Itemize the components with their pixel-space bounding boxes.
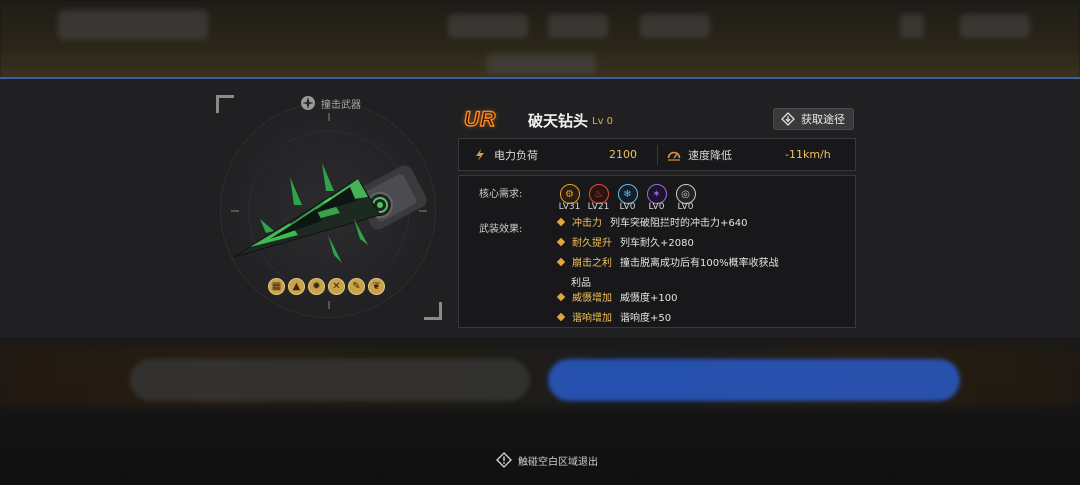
crossed-tools-mod-icon: ✕: [328, 278, 345, 295]
core-requirement-item: ♨ LV21: [586, 184, 611, 212]
gear-mod-icon: ✹: [308, 278, 325, 295]
stats-bar: 电力负荷 2100 速度降低 -11km/h: [458, 138, 856, 171]
drill-weapon-image: [233, 163, 427, 263]
background-top-bar: [0, 0, 1080, 78]
mod-icons-row: ▦ ▲ ✹ ✕ ✎ ❦: [268, 278, 385, 295]
core-requirement-item: ❄ LV0: [615, 184, 640, 212]
effect-item: 谐响增加 谐响度+50: [556, 311, 848, 327]
core-requirement-label: 核心需求:: [479, 189, 523, 200]
core-requirement-item: ✶ LV0: [644, 184, 669, 212]
diamond-bullet-icon: [556, 217, 566, 227]
fire-core-icon: ♨: [588, 184, 609, 204]
core-requirement-item: ◎ LV0: [673, 184, 698, 212]
rarity-badge: UR: [463, 107, 497, 131]
ice-core-icon: ❄: [617, 184, 638, 204]
weapon-level: Lv 0: [592, 116, 614, 127]
acquire-source-button[interactable]: 获取途径: [773, 108, 854, 130]
stat-value: 2100: [609, 148, 637, 161]
stat-value: -11km/h: [785, 148, 831, 161]
stat-label: 电力负荷: [494, 148, 538, 162]
effect-item: 崩击之利 撞击脱离成功后有100%概率收获战: [556, 256, 848, 272]
speedometer-icon: [667, 151, 681, 161]
core-requirement-item: ⚙ LV31: [557, 184, 582, 212]
power-core-icon: ⚙: [559, 184, 580, 204]
diamond-bullet-icon: [556, 312, 566, 322]
core-requirements: ⚙ LV31 ♨ LV21 ❄ LV0 ✶ LV0 ◎ LV0: [557, 184, 698, 212]
weapon-details-box: 核心需求: ⚙ LV31 ♨ LV21 ❄ LV0 ✶ LV0 ◎ LV0 武装…: [458, 175, 856, 328]
weapon-name: 破天钻头: [528, 112, 589, 130]
exit-hint-text: 触碰空白区域退出: [518, 456, 598, 468]
diamond-bullet-icon: [556, 237, 566, 247]
cart-mod-icon: ▦: [268, 278, 285, 295]
weapon-showcase: 撞击武器 ▦ ▲ ✹ ✕ ✎ ❦: [216, 95, 442, 320]
effect-item-continuation: 利品: [571, 278, 591, 289]
neutral-core-icon: ◎: [675, 184, 696, 204]
diamond-bullet-icon: [556, 257, 566, 267]
stat-speed-reduction: 速度降低 -11km/h: [667, 139, 831, 170]
lightning-icon: [476, 148, 484, 161]
weapon-type-label: 撞击武器: [300, 95, 361, 111]
electric-core-icon: ✶: [646, 184, 667, 204]
weapon-type-text: 撞击武器: [321, 99, 361, 111]
effect-item: 威慑增加 威慑度+100: [556, 291, 848, 307]
diamond-arrow-icon: [781, 112, 795, 126]
exit-hint[interactable]: 触碰空白区域退出: [496, 452, 598, 468]
core-level: LV0: [619, 202, 636, 212]
wrench-mod-icon: ✎: [348, 278, 365, 295]
effect-item: 耐久提升 列车耐久+2080: [556, 236, 848, 252]
stat-label: 速度降低: [688, 148, 732, 162]
stat-divider: [657, 145, 658, 165]
core-level: LV31: [558, 202, 581, 212]
leaf-mod-icon: ❦: [368, 278, 385, 295]
effect-item: 冲击力 列车突破阻拦时的冲击力+640: [556, 216, 848, 232]
stat-power-load: 电力负荷 2100: [473, 139, 637, 170]
core-level: LV0: [648, 202, 665, 212]
weapon-type-icon: [301, 96, 315, 110]
acquire-source-label: 获取途径: [801, 113, 845, 126]
core-level: LV21: [587, 202, 610, 212]
diamond-exclamation-icon: [496, 452, 512, 468]
effects-label: 武装效果:: [479, 224, 523, 235]
diamond-bullet-icon: [556, 292, 566, 302]
terrain-mod-icon: ▲: [288, 278, 305, 295]
core-level: LV0: [677, 202, 694, 212]
